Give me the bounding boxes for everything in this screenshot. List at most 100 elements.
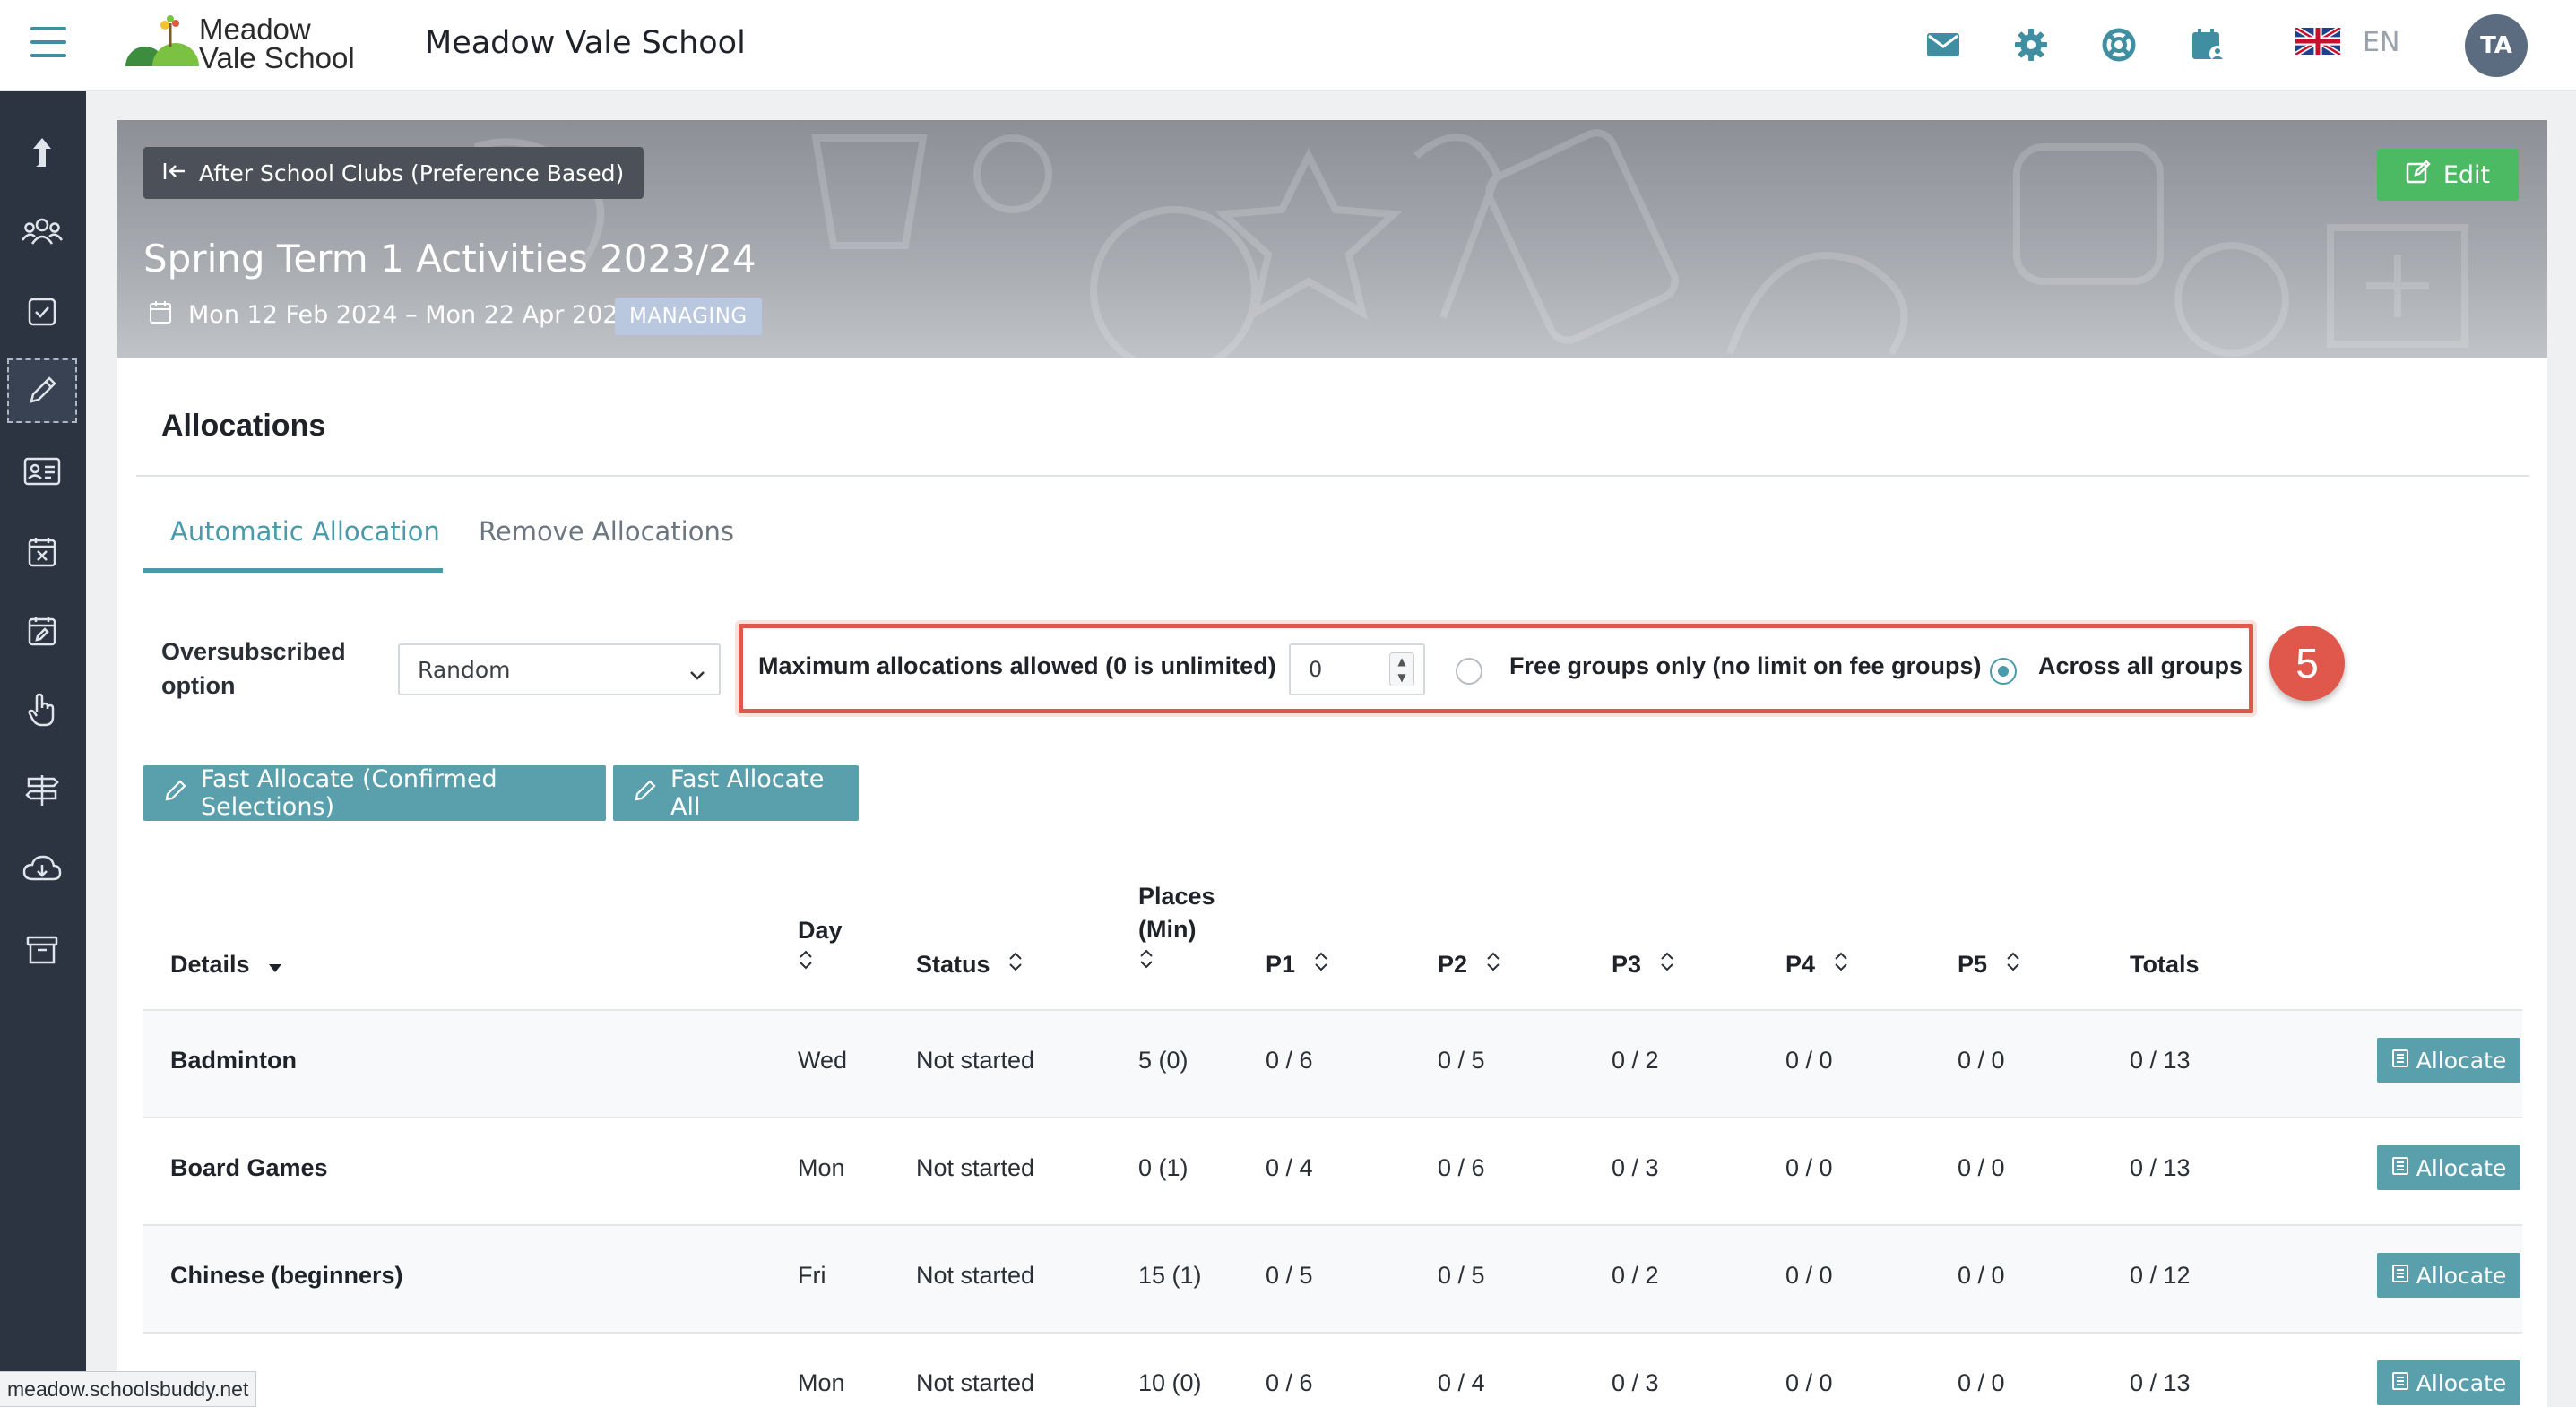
- cell-p1: 0 / 6: [1266, 1047, 1313, 1074]
- cell-day: Fri: [798, 1262, 826, 1289]
- calendar-user-icon[interactable]: [2189, 25, 2228, 65]
- tab-automatic-allocation[interactable]: Automatic Allocation: [170, 516, 440, 547]
- envelope-icon[interactable]: [1923, 25, 1963, 65]
- table-row: Mon Not started 10 (0) 0 / 6 0 / 4 0 / 3…: [143, 1332, 2522, 1407]
- chevron-down-icon: [688, 661, 706, 687]
- fast-allocate-all-button[interactable]: Fast Allocate All: [613, 765, 859, 821]
- cell-p5: 0 / 0: [1958, 1369, 2005, 1396]
- th-day[interactable]: Day: [798, 914, 843, 980]
- cell-p2: 0 / 4: [1438, 1369, 1485, 1396]
- cell-status: Not started: [916, 1154, 1035, 1181]
- fast-allocate-confirmed-button[interactable]: Fast Allocate (Confirmed Selections): [143, 765, 606, 821]
- max-allocations-input[interactable]: 0 ▲ ▼: [1289, 643, 1425, 695]
- cell-activity-name[interactable]: Badminton: [170, 1047, 297, 1075]
- uk-flag-icon: [2294, 24, 2342, 58]
- calendar-edit-icon[interactable]: [7, 599, 77, 663]
- allocate-label: Allocate: [2416, 1262, 2507, 1289]
- cell-day: Wed: [798, 1047, 848, 1074]
- share-icon[interactable]: [7, 120, 77, 185]
- allocate-button[interactable]: Allocate: [2377, 1038, 2520, 1083]
- radio-across-all-groups[interactable]: [1990, 658, 2017, 685]
- allocate-button[interactable]: Allocate: [2377, 1360, 2520, 1405]
- archive-icon[interactable]: [7, 918, 77, 982]
- sort-icon: [1659, 949, 1675, 982]
- number-spinner[interactable]: ▲ ▼: [1389, 652, 1414, 686]
- cell-p4: 0 / 0: [1785, 1369, 1833, 1396]
- table-row: Badminton Wed Not started 5 (0) 0 / 6 0 …: [143, 1009, 2522, 1117]
- radio-free-groups-label[interactable]: Free groups only (no limit on fee groups…: [1509, 652, 1982, 680]
- allocate-button[interactable]: Allocate: [2377, 1253, 2520, 1298]
- th-p3[interactable]: P3: [1612, 948, 1675, 982]
- allocate-label: Allocate: [2416, 1154, 2507, 1181]
- sort-desc-icon: [267, 949, 283, 982]
- th-p2[interactable]: P2: [1438, 948, 1501, 982]
- sort-icon: [798, 947, 843, 980]
- activity-banner: After School Clubs (Preference Based) Ed…: [117, 120, 2547, 358]
- allocations-card: Allocations Automatic Allocation Remove …: [117, 358, 2547, 1407]
- list-icon: [2391, 1370, 2409, 1396]
- allocate-label: Allocate: [2416, 1369, 2507, 1396]
- cell-places: 5 (0): [1138, 1047, 1189, 1074]
- cell-p1: 0 / 6: [1266, 1369, 1313, 1396]
- cell-p3: 0 / 3: [1612, 1369, 1659, 1396]
- lifebuoy-icon[interactable]: [2099, 25, 2139, 65]
- cell-p4: 0 / 0: [1785, 1047, 1833, 1074]
- cell-p2: 0 / 5: [1438, 1047, 1485, 1074]
- hamburger-menu-icon[interactable]: [30, 27, 66, 57]
- back-to-parent-button[interactable]: After School Clubs (Preference Based): [143, 147, 644, 199]
- allocate-label: Allocate: [2416, 1047, 2507, 1074]
- logo-text: Meadow Vale School: [199, 13, 355, 74]
- users-icon[interactable]: [7, 199, 77, 263]
- oversubscribed-select[interactable]: Random: [398, 643, 721, 695]
- user-avatar[interactable]: TA: [2465, 14, 2528, 77]
- cell-totals: 0 / 13: [2130, 1369, 2191, 1396]
- cell-p1: 0 / 5: [1266, 1262, 1313, 1289]
- th-totals: Totals: [2130, 951, 2200, 978]
- gear-icon[interactable]: [2011, 25, 2051, 65]
- checkbox-icon[interactable]: [7, 280, 77, 344]
- cell-totals: 0 / 13: [2130, 1047, 2191, 1074]
- cell-activity-name[interactable]: Chinese (beginners): [170, 1262, 403, 1290]
- arrow-left-to-line-icon: [163, 160, 186, 186]
- sort-icon: [1313, 949, 1329, 982]
- fast-allocate-all-label: Fast Allocate All: [670, 765, 825, 821]
- sort-icon: [2005, 949, 2021, 982]
- sort-icon: [1833, 949, 1849, 982]
- top-header: Meadow Vale School Meadow Vale School EN…: [0, 0, 2576, 91]
- cell-p2: 0 / 6: [1438, 1154, 1485, 1181]
- cell-p5: 0 / 0: [1958, 1262, 2005, 1289]
- id-card-icon[interactable]: [7, 439, 77, 504]
- cell-status: Not started: [916, 1262, 1035, 1289]
- step-number-badge: 5: [2269, 626, 2345, 701]
- spinner-down-icon[interactable]: ▼: [1397, 671, 1405, 684]
- th-p5[interactable]: P5: [1958, 948, 2021, 982]
- active-tab-indicator: [143, 568, 443, 573]
- logo-hills-icon: [124, 14, 199, 90]
- school-logo[interactable]: Meadow Vale School: [124, 13, 357, 90]
- activity-dates: Mon 12 Feb 2024 – Mon 22 Apr 2024: [149, 299, 634, 331]
- th-p1[interactable]: P1: [1266, 948, 1329, 982]
- select-value: Random: [418, 656, 511, 683]
- sort-icon: [1007, 949, 1024, 982]
- th-places[interactable]: Places (Min): [1138, 880, 1215, 980]
- divider: [136, 475, 2529, 477]
- pencil-icon[interactable]: [7, 358, 77, 423]
- tab-remove-allocations[interactable]: Remove Allocations: [479, 516, 734, 547]
- radio-free-groups[interactable]: [1456, 658, 1482, 685]
- th-status[interactable]: Status: [916, 948, 1024, 982]
- spinner-up-icon[interactable]: ▲: [1397, 655, 1405, 668]
- calendar-x-icon[interactable]: [7, 520, 77, 584]
- cloud-download-icon[interactable]: [7, 837, 77, 902]
- cell-activity-name[interactable]: Board Games: [170, 1154, 328, 1182]
- cell-p4: 0 / 0: [1785, 1154, 1833, 1181]
- radio-across-all-groups-label[interactable]: Across all groups: [2038, 652, 2243, 680]
- th-details[interactable]: Details: [170, 948, 283, 982]
- language-selector[interactable]: EN: [2294, 24, 2399, 58]
- status-bar-url: meadow.schoolsbuddy.net: [0, 1371, 257, 1407]
- hand-pointer-icon[interactable]: [7, 678, 77, 742]
- cell-totals: 0 / 12: [2130, 1262, 2191, 1289]
- allocate-button[interactable]: Allocate: [2377, 1145, 2520, 1190]
- signpost-icon[interactable]: [7, 758, 77, 823]
- edit-button[interactable]: Edit: [2377, 149, 2519, 201]
- th-p4[interactable]: P4: [1785, 948, 1849, 982]
